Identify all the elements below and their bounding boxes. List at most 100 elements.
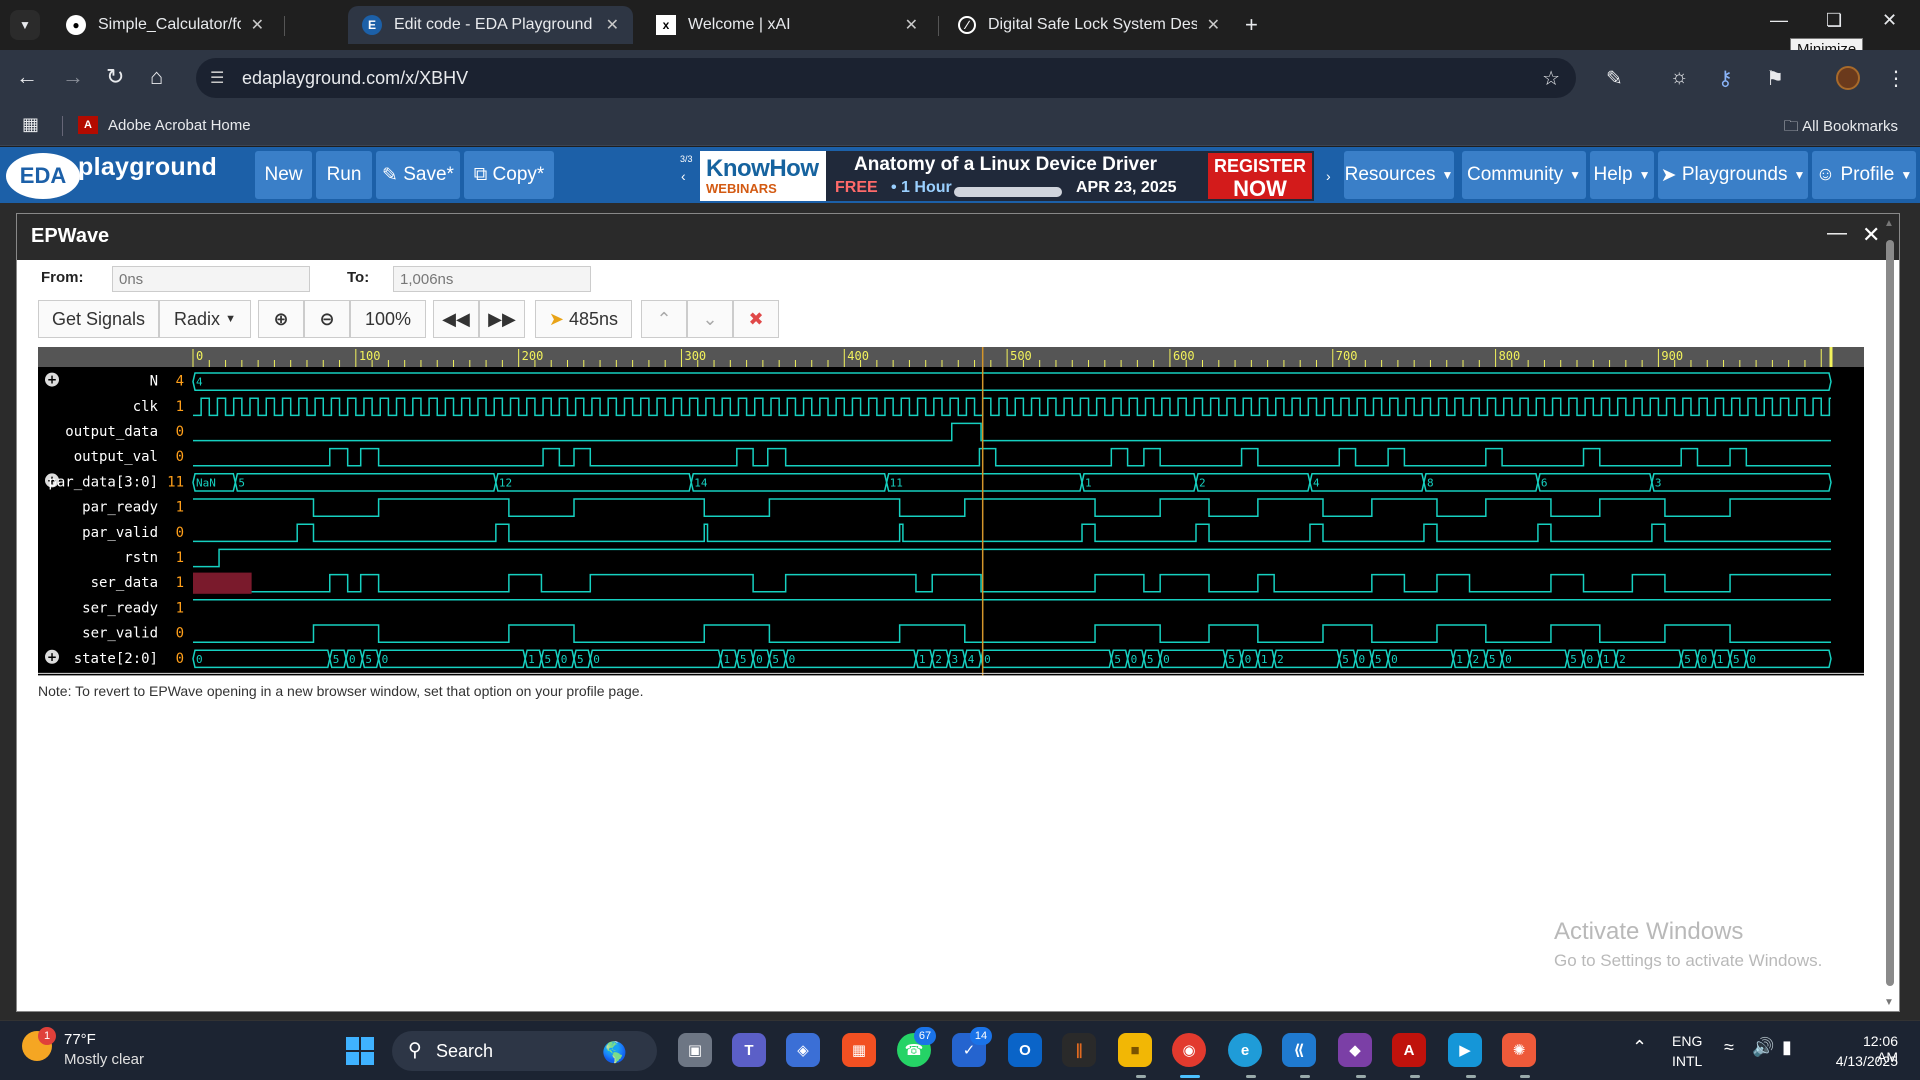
- resources-menu[interactable]: Resources ▼: [1344, 151, 1454, 199]
- apps-grid-icon[interactable]: ▦: [22, 114, 39, 135]
- get-signals-button[interactable]: Get Signals: [38, 300, 159, 338]
- scroll-up-icon[interactable]: ▲: [1884, 218, 1894, 229]
- windows-start-icon[interactable]: [346, 1037, 374, 1065]
- bookmark-star-icon[interactable]: ☆: [1542, 66, 1560, 91]
- more-menu-icon[interactable]: ⋮: [1886, 66, 1906, 91]
- new-button[interactable]: New: [255, 151, 312, 199]
- webinar-banner[interactable]: KnowHow WEBINARS Anatomy of a Linux Devi…: [700, 151, 1314, 201]
- time-ruler: [38, 347, 1864, 367]
- copy-button[interactable]: ⧉ Copy*: [464, 151, 554, 199]
- tab-github[interactable]: ● Simple_Calculator/four_bit_unsi ✕: [52, 6, 278, 44]
- close-window-icon[interactable]: ✕: [1882, 10, 1897, 31]
- tab-eda-playground[interactable]: E Edit code - EDA Playground ✕: [348, 6, 633, 44]
- profile-menu[interactable]: ☺ Profile ▼: [1812, 151, 1916, 199]
- cursor-time-button[interactable]: ➤ 485ns: [535, 300, 632, 338]
- restore-window-icon[interactable]: ❏: [1826, 10, 1842, 31]
- tab-xai[interactable]: x Welcome | xAI ✕: [642, 6, 932, 44]
- extensions-icon[interactable]: ✎: [1606, 66, 1623, 91]
- banner-next-icon[interactable]: ›: [1326, 168, 1331, 184]
- dialog-scrollbar[interactable]: ▲ ▼: [1884, 218, 1896, 1008]
- back-icon[interactable]: ←: [16, 64, 38, 90]
- vscode-icon[interactable]: ⟪: [1282, 1033, 1316, 1067]
- location-pin-icon[interactable]: ⚑: [1766, 66, 1784, 91]
- task-view-icon[interactable]: ▣: [678, 1033, 712, 1067]
- eda-logo-text[interactable]: playground: [78, 153, 217, 182]
- site-info-icon[interactable]: ☰: [210, 68, 224, 88]
- close-tab-icon[interactable]: ✕: [1207, 15, 1220, 35]
- radix-dropdown[interactable]: Radix ▼: [159, 300, 251, 338]
- ruler-tick-label: 600: [1173, 349, 1195, 363]
- winrar-icon[interactable]: ∥: [1062, 1033, 1096, 1067]
- outlook-icon[interactable]: O: [1008, 1033, 1042, 1067]
- app-running-indicator: [1520, 1075, 1530, 1078]
- jump-start-button[interactable]: ◀◀: [433, 300, 479, 338]
- weather-desc[interactable]: Mostly clear: [64, 1051, 144, 1068]
- new-tab-icon[interactable]: +: [1245, 12, 1258, 38]
- close-tab-icon[interactable]: ✕: [905, 15, 918, 35]
- register-now-button[interactable]: REGISTER NOW: [1208, 153, 1312, 201]
- edge-icon[interactable]: e: [1228, 1033, 1262, 1067]
- battery-icon[interactable]: ▮: [1782, 1037, 1792, 1058]
- language-top[interactable]: ENG: [1672, 1033, 1702, 1049]
- community-menu[interactable]: Community ▼: [1462, 151, 1586, 199]
- close-tab-icon[interactable]: ✕: [251, 15, 264, 35]
- teams-icon[interactable]: T: [732, 1033, 766, 1067]
- bus-value-label: 0: [593, 653, 600, 666]
- git-icon[interactable]: ◆: [1338, 1033, 1372, 1067]
- wifi-icon[interactable]: ≈: [1724, 1037, 1734, 1058]
- now-label: NOW: [1233, 176, 1287, 201]
- forward-icon[interactable]: →: [62, 64, 84, 90]
- bus-value-label: 5: [1733, 653, 1740, 666]
- scroll-down-icon[interactable]: ▼: [1884, 997, 1894, 1008]
- bus-value-label: 0: [382, 653, 389, 666]
- home-icon[interactable]: ⌂: [150, 64, 163, 90]
- save-button[interactable]: ✎ Save*: [376, 151, 460, 199]
- grok-icon: ∕: [958, 16, 976, 34]
- help-menu[interactable]: Help ▼: [1590, 151, 1654, 199]
- jump-end-button[interactable]: ▶▶: [479, 300, 525, 338]
- zoom-level[interactable]: 100%: [350, 300, 426, 338]
- clock-date[interactable]: 4/13/2025: [1824, 1053, 1898, 1069]
- power-automate-icon[interactable]: ▶: [1448, 1033, 1482, 1067]
- copilot-icon[interactable]: ◈: [786, 1033, 820, 1067]
- weather-temp[interactable]: 77°F: [64, 1031, 96, 1048]
- to-input[interactable]: 1,006ns: [393, 266, 591, 292]
- bookmark-adobe-acrobat[interactable]: A Adobe Acrobat Home: [78, 116, 251, 134]
- banner-prev-icon[interactable]: ‹: [681, 168, 686, 184]
- tab-search-chevron-icon[interactable]: ▼: [10, 10, 40, 40]
- playgrounds-menu[interactable]: ➤ Playgrounds ▼: [1658, 151, 1808, 199]
- file-explorer-icon[interactable]: ■: [1118, 1033, 1152, 1067]
- to-label: To:: [347, 269, 370, 286]
- scrollbar-thumb[interactable]: [1886, 240, 1894, 986]
- password-key-icon[interactable]: ⚷: [1718, 66, 1733, 91]
- move-signal-up-button[interactable]: ⌃: [641, 300, 687, 338]
- incognito-icon[interactable]: ☼: [1670, 66, 1688, 89]
- microsoft-store-icon[interactable]: ▦: [842, 1033, 876, 1067]
- acrobat-icon[interactable]: A: [1392, 1033, 1426, 1067]
- from-input[interactable]: 0ns: [112, 266, 310, 292]
- bus-value-label: 2: [935, 653, 942, 666]
- zoom-in-button[interactable]: ⊕: [258, 300, 304, 338]
- taskbar-search[interactable]: ⚲ Search 🌎: [392, 1031, 657, 1071]
- close-tab-icon[interactable]: ✕: [606, 15, 619, 35]
- show-hidden-icons-chevron-icon[interactable]: ⌃: [1632, 1037, 1647, 1058]
- zoom-out-button[interactable]: ⊖: [304, 300, 350, 338]
- close-dialog-icon[interactable]: ✕: [1862, 222, 1880, 248]
- claude-icon[interactable]: ✺: [1502, 1033, 1536, 1067]
- reload-icon[interactable]: ↻: [106, 64, 124, 90]
- volume-icon[interactable]: 🔊: [1752, 1037, 1774, 1058]
- minimize-dialog-icon[interactable]: —: [1827, 222, 1847, 245]
- address-bar[interactable]: ☰ edaplayground.com/x/XBHV ☆: [196, 58, 1576, 98]
- waveform-viewer[interactable]: 0 100 200 300 400 500 600 700 800 900+ N 4 4clk 1outp…: [38, 347, 1864, 677]
- move-signal-down-button[interactable]: ⌄: [687, 300, 733, 338]
- minimize-window-icon[interactable]: —: [1770, 10, 1788, 31]
- profile-avatar[interactable]: [1836, 66, 1860, 90]
- remove-signal-button[interactable]: ✖: [733, 300, 779, 338]
- all-bookmarks[interactable]: 🗀 All Bookmarks: [1784, 116, 1898, 141]
- tab-digital-safe-lock[interactable]: ∕ Digital Safe Lock System Desigr ✕: [944, 6, 1234, 44]
- chrome-icon[interactable]: ◉: [1172, 1033, 1206, 1067]
- url-text[interactable]: edaplayground.com/x/XBHV: [242, 68, 468, 89]
- run-button[interactable]: Run: [316, 151, 372, 199]
- language-bottom[interactable]: INTL: [1672, 1053, 1702, 1069]
- eda-logo[interactable]: EDA: [6, 153, 80, 199]
